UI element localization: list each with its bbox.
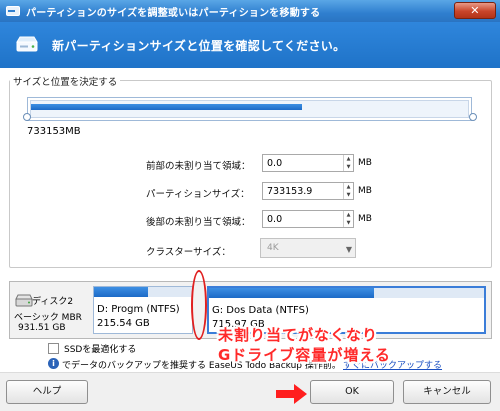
- header-banner: 新パーティションサイズと位置を確認してください。: [0, 22, 500, 68]
- cancel-button[interactable]: キャンセル: [403, 380, 491, 404]
- info-icon: i: [48, 358, 59, 369]
- partition-size: 215.54 GB: [97, 318, 150, 329]
- dialog-footer: ヘルプ OK キャンセル: [0, 372, 500, 411]
- partition-name: D: Progm (NTFS): [97, 304, 180, 315]
- annotation-line-1: 未割り当てがなくなり: [218, 326, 379, 344]
- disk-name: ディスク2: [32, 297, 74, 307]
- partition-size-field[interactable]: ▲▼: [262, 182, 354, 200]
- unallocated-before-field[interactable]: ▲▼: [262, 154, 354, 172]
- partition-size-bar[interactable]: [27, 97, 472, 121]
- disk-size: 931.51 GB: [18, 323, 66, 333]
- partition-size-label: パーティションサイズ：: [146, 189, 250, 200]
- partition-size-text: 733153MB: [27, 126, 81, 137]
- cluster-size-select: 4K ▼: [260, 238, 356, 258]
- cluster-size-label: クラスターサイズ：: [146, 247, 231, 258]
- spin-arrows-icon[interactable]: ▲ ▼: [343, 183, 353, 199]
- unit-label: MB: [358, 186, 372, 196]
- ssd-optimize-checkbox[interactable]: [48, 343, 59, 354]
- left-resize-handle[interactable]: [23, 113, 31, 121]
- unit-label: MB: [358, 158, 372, 168]
- ssd-optimize-label: SSDを最適化する: [64, 345, 137, 355]
- chevron-down-icon: ▼: [345, 245, 352, 254]
- unallocated-after-label: 後部の未割り当て領域：: [146, 217, 251, 228]
- hard-drive-icon: [16, 36, 38, 52]
- unallocated-after-input[interactable]: [263, 211, 343, 227]
- partition-size-input[interactable]: [263, 183, 343, 199]
- unallocated-before-input[interactable]: [263, 155, 343, 171]
- disk-icon: [15, 294, 33, 307]
- partition-size-fill: [31, 104, 302, 110]
- banner-title: 新パーティションサイズと位置を確認してください。: [52, 38, 346, 53]
- annotation-line-2: Gドライブ容量が増える: [218, 346, 391, 364]
- unallocated-before-label: 前部の未割り当て領域：: [146, 161, 251, 172]
- unallocated-after-field[interactable]: ▲▼: [262, 210, 354, 228]
- ok-button[interactable]: OK: [310, 380, 394, 404]
- close-button[interactable]: ✕: [454, 2, 496, 19]
- help-button[interactable]: ヘルプ: [6, 380, 88, 404]
- partition-d[interactable]: D: Progm (NTFS) 215.54 GB: [93, 286, 193, 334]
- group-legend: サイズと位置を決定する: [10, 74, 121, 88]
- disk-type: ベーシック MBR: [14, 313, 82, 323]
- window-title: パーティションのサイズを調整或いはパーティションを移動する: [26, 7, 321, 19]
- highlight-ellipse: [191, 270, 207, 340]
- partition-usage-fill: [94, 287, 148, 297]
- spin-arrows-icon[interactable]: ▲ ▼: [343, 211, 353, 227]
- spin-arrows-icon[interactable]: ▲ ▼: [343, 155, 353, 171]
- title-bar: パーティションのサイズを調整或いはパーティションを移動する ✕: [0, 0, 500, 22]
- unit-label: MB: [358, 214, 372, 224]
- arrow-right-icon: [276, 384, 307, 404]
- app-icon: [6, 6, 20, 16]
- cluster-size-value: 4K: [267, 243, 279, 253]
- partition-usage-fill: [209, 288, 374, 298]
- partition-name: G: Dos Data (NTFS): [212, 305, 309, 316]
- right-resize-handle[interactable]: [469, 113, 477, 121]
